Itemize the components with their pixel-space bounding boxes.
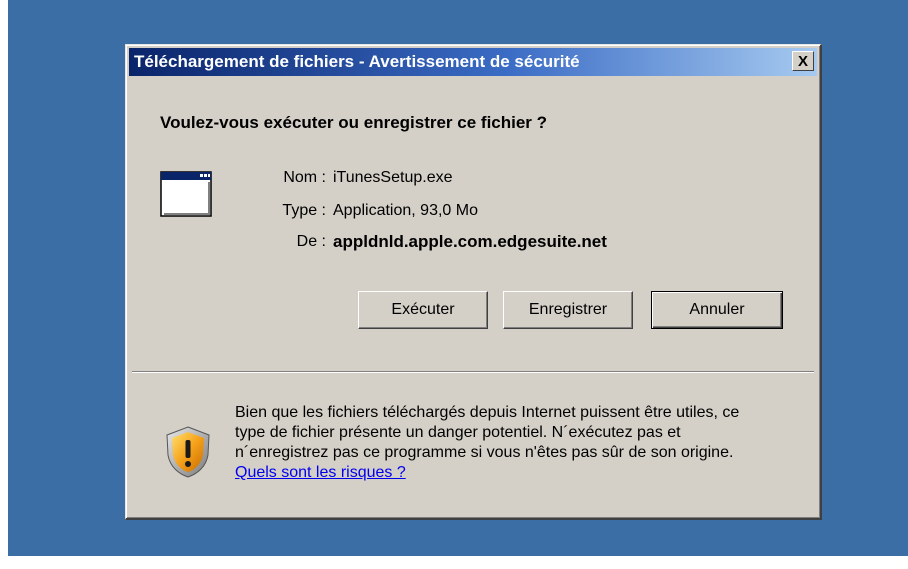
cancel-button[interactable]: Annuler (651, 291, 783, 329)
section-divider (132, 371, 814, 373)
dialog-title: Téléchargement de fichiers - Avertisseme… (134, 52, 580, 71)
file-type-value: Application, 93,0 Mo (333, 202, 478, 219)
file-name-label: Nom : (283, 169, 326, 186)
file-type-label: Type : (282, 202, 326, 219)
file-source-row: De : appldnld.apple.com.edgesuite.net (236, 231, 756, 253)
warning-line: type de fichier présente un danger poten… (235, 424, 681, 441)
warning-line: n´enregistrez pas ce programme si vous n… (235, 444, 734, 461)
close-icon: X (797, 52, 808, 70)
close-button[interactable]: X (792, 51, 814, 71)
run-button[interactable]: Exécuter (358, 291, 488, 329)
risks-link[interactable]: Quels sont les risques ? (235, 464, 406, 481)
warning-line: Bien que les fichiers téléchargés depuis… (235, 404, 740, 421)
file-source-value: appldnld.apple.com.edgesuite.net (333, 232, 607, 251)
security-warning-dialog: Téléchargement de fichiers - Avertisseme… (125, 44, 822, 520)
save-button[interactable]: Enregistrer (503, 291, 633, 329)
application-window-icon (160, 171, 212, 217)
file-type-row: Type : Application, 93,0 Mo (236, 200, 756, 222)
dialog-titlebar[interactable]: Téléchargement de fichiers - Avertisseme… (129, 48, 817, 76)
security-shield-icon (166, 426, 210, 478)
file-name-value: iTunesSetup.exe (333, 169, 453, 186)
warning-message: Bien que les fichiers téléchargés depuis… (235, 403, 815, 483)
file-name-row: Nom : iTunesSetup.exe (236, 167, 756, 189)
file-source-label: De : (296, 233, 326, 250)
dialog-question: Voulez-vous exécuter ou enregistrer ce f… (160, 113, 548, 132)
